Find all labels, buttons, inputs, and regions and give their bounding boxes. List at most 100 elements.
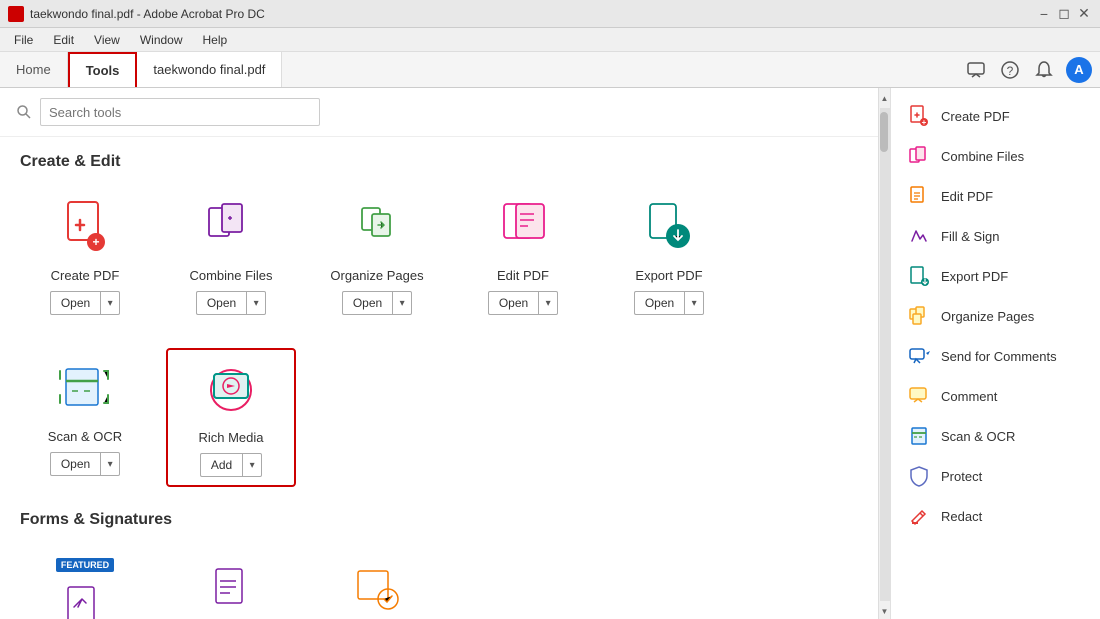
search-input[interactable]	[40, 98, 320, 126]
help-icon[interactable]: ?	[998, 58, 1022, 82]
rich-media-btn-group[interactable]: Add ▾	[200, 453, 262, 477]
sidebar-item-comment[interactable]: Comment	[891, 376, 1100, 416]
combine-files-icon	[201, 200, 261, 260]
menu-view[interactable]: View	[86, 31, 128, 49]
organize-pages-open-btn[interactable]: Open	[342, 291, 392, 315]
scan-ocr-label: Scan & OCR	[48, 429, 122, 444]
tool-prepare-form: FEATURED	[20, 545, 150, 619]
menu-edit[interactable]: Edit	[45, 31, 82, 49]
export-pdf-dropdown-btn[interactable]: ▾	[684, 291, 704, 315]
sidebar-item-combine-files[interactable]: Combine Files	[891, 136, 1100, 176]
export-pdf-open-btn[interactable]: Open	[634, 291, 684, 315]
sidebar-scan-ocr-label: Scan & OCR	[941, 429, 1015, 444]
combine-files-btn-group[interactable]: Open ▾	[196, 291, 266, 315]
sidebar-send-comments-label: Send for Comments	[941, 349, 1057, 364]
tab-tools[interactable]: Tools	[68, 52, 138, 87]
export-pdf-icon	[639, 200, 699, 260]
menu-window[interactable]: Window	[132, 31, 191, 49]
section-forms-signatures: Forms & Signatures FEATURED	[20, 511, 858, 619]
sidebar-protect-label: Protect	[941, 469, 982, 484]
sidebar-item-export-pdf[interactable]: Export PDF	[891, 256, 1100, 296]
restore-button[interactable]: ◻	[1056, 6, 1072, 22]
right-sidebar: + Create PDF Combine Files	[890, 88, 1100, 619]
export-pdf-btn-group[interactable]: Open ▾	[634, 291, 704, 315]
title-bar: taekwondo final.pdf - Adobe Acrobat Pro …	[0, 0, 1100, 28]
sidebar-redact-label: Redact	[941, 509, 982, 524]
section-forms-title: Forms & Signatures	[20, 511, 858, 529]
sidebar-item-create-pdf[interactable]: + Create PDF	[891, 96, 1100, 136]
create-pdf-open-btn[interactable]: Open	[50, 291, 100, 315]
scrollbar-up-btn[interactable]: ▲	[879, 90, 891, 106]
edit-pdf-label: Edit PDF	[497, 268, 549, 283]
scan-ocr-btn-group[interactable]: Open ▾	[50, 452, 120, 476]
svg-text:+: +	[922, 118, 927, 127]
menu-help[interactable]: Help	[195, 31, 236, 49]
sidebar-item-scan-ocr[interactable]: Scan & OCR	[891, 416, 1100, 456]
prepare-form-icon	[55, 576, 115, 619]
sidebar-item-protect[interactable]: Protect	[891, 456, 1100, 496]
sidebar-combine-icon	[907, 144, 931, 168]
sidebar-item-fill-sign[interactable]: Fill & Sign	[891, 216, 1100, 256]
rich-media-dropdown-btn[interactable]: ▾	[242, 453, 262, 477]
app-icon	[8, 6, 24, 22]
scan-ocr-dropdown-btn[interactable]: ▾	[100, 452, 120, 476]
sidebar-scan-ocr-icon	[907, 424, 931, 448]
tools-grid-forms: FEATURED	[20, 545, 858, 619]
scan-ocr-icon	[55, 361, 115, 421]
search-bar	[0, 88, 878, 137]
create-pdf-label: Create PDF	[51, 268, 120, 283]
section-create-edit-title: Create & Edit	[20, 153, 858, 171]
svg-text:+: +	[92, 235, 99, 249]
edit-pdf-open-btn[interactable]: Open	[488, 291, 538, 315]
sidebar-protect-icon	[907, 464, 931, 488]
sidebar-export-label: Export PDF	[941, 269, 1008, 284]
sidebar-item-send-comments[interactable]: Send for Comments	[891, 336, 1100, 376]
tab-bar-actions: ? A	[964, 52, 1100, 87]
tool-organize-pages: Organize Pages Open ▾	[312, 187, 442, 324]
tool-certificates	[312, 545, 442, 619]
edit-pdf-icon	[493, 200, 553, 260]
sidebar-item-organize[interactable]: Organize Pages	[891, 296, 1100, 336]
tab-home[interactable]: Home	[0, 52, 68, 87]
main-layout: Create & Edit + Create PDF	[0, 88, 1100, 619]
scrollbar-thumb[interactable]	[880, 112, 888, 152]
chat-icon[interactable]	[964, 58, 988, 82]
sidebar-organize-label: Organize Pages	[941, 309, 1034, 324]
combine-files-open-btn[interactable]: Open	[196, 291, 246, 315]
tab-file[interactable]: taekwondo final.pdf	[137, 52, 282, 87]
scrollbar-down-btn[interactable]: ▼	[879, 603, 891, 619]
sidebar-fill-sign-icon	[907, 224, 931, 248]
scan-ocr-open-btn[interactable]: Open	[50, 452, 100, 476]
close-button[interactable]: ✕	[1076, 6, 1092, 22]
sidebar-item-edit-pdf[interactable]: Edit PDF	[891, 176, 1100, 216]
combine-files-dropdown-btn[interactable]: ▾	[246, 291, 266, 315]
notification-icon[interactable]	[1032, 58, 1056, 82]
sidebar-send-comments-icon	[907, 344, 931, 368]
organize-pages-label: Organize Pages	[330, 268, 423, 283]
scrollbar-track	[880, 108, 890, 601]
edit-pdf-btn-group[interactable]: Open ▾	[488, 291, 558, 315]
tool-rich-media: Rich Media Add ▾	[166, 348, 296, 487]
tab-bar: Home Tools taekwondo final.pdf ? A	[0, 52, 1100, 88]
rich-media-add-btn[interactable]: Add	[200, 453, 242, 477]
sidebar-redact-icon	[907, 504, 931, 528]
sidebar-edit-icon	[907, 184, 931, 208]
minimize-button[interactable]: −	[1036, 6, 1052, 22]
user-avatar[interactable]: A	[1066, 57, 1092, 83]
organize-pages-btn-group[interactable]: Open ▾	[342, 291, 412, 315]
sidebar-organize-icon	[907, 304, 931, 328]
tools-grid-row2: Scan & OCR Open ▾	[20, 348, 858, 487]
sidebar-create-pdf-label: Create PDF	[941, 109, 1010, 124]
app-title: taekwondo final.pdf - Adobe Acrobat Pro …	[30, 7, 265, 21]
edit-pdf-dropdown-btn[interactable]: ▾	[538, 291, 558, 315]
menu-file[interactable]: File	[6, 31, 41, 49]
sidebar-item-redact[interactable]: Redact	[891, 496, 1100, 536]
organize-pages-dropdown-btn[interactable]: ▾	[392, 291, 412, 315]
create-pdf-dropdown-btn[interactable]: ▾	[100, 291, 120, 315]
menu-bar: File Edit View Window Help	[0, 28, 1100, 52]
window-controls[interactable]: − ◻ ✕	[1036, 6, 1092, 22]
export-pdf-label: Export PDF	[635, 268, 702, 283]
create-pdf-btn-group[interactable]: Open ▾	[50, 291, 120, 315]
content-area: Create & Edit + Create PDF	[0, 88, 878, 619]
scrollbar[interactable]: ▲ ▼	[878, 88, 890, 619]
